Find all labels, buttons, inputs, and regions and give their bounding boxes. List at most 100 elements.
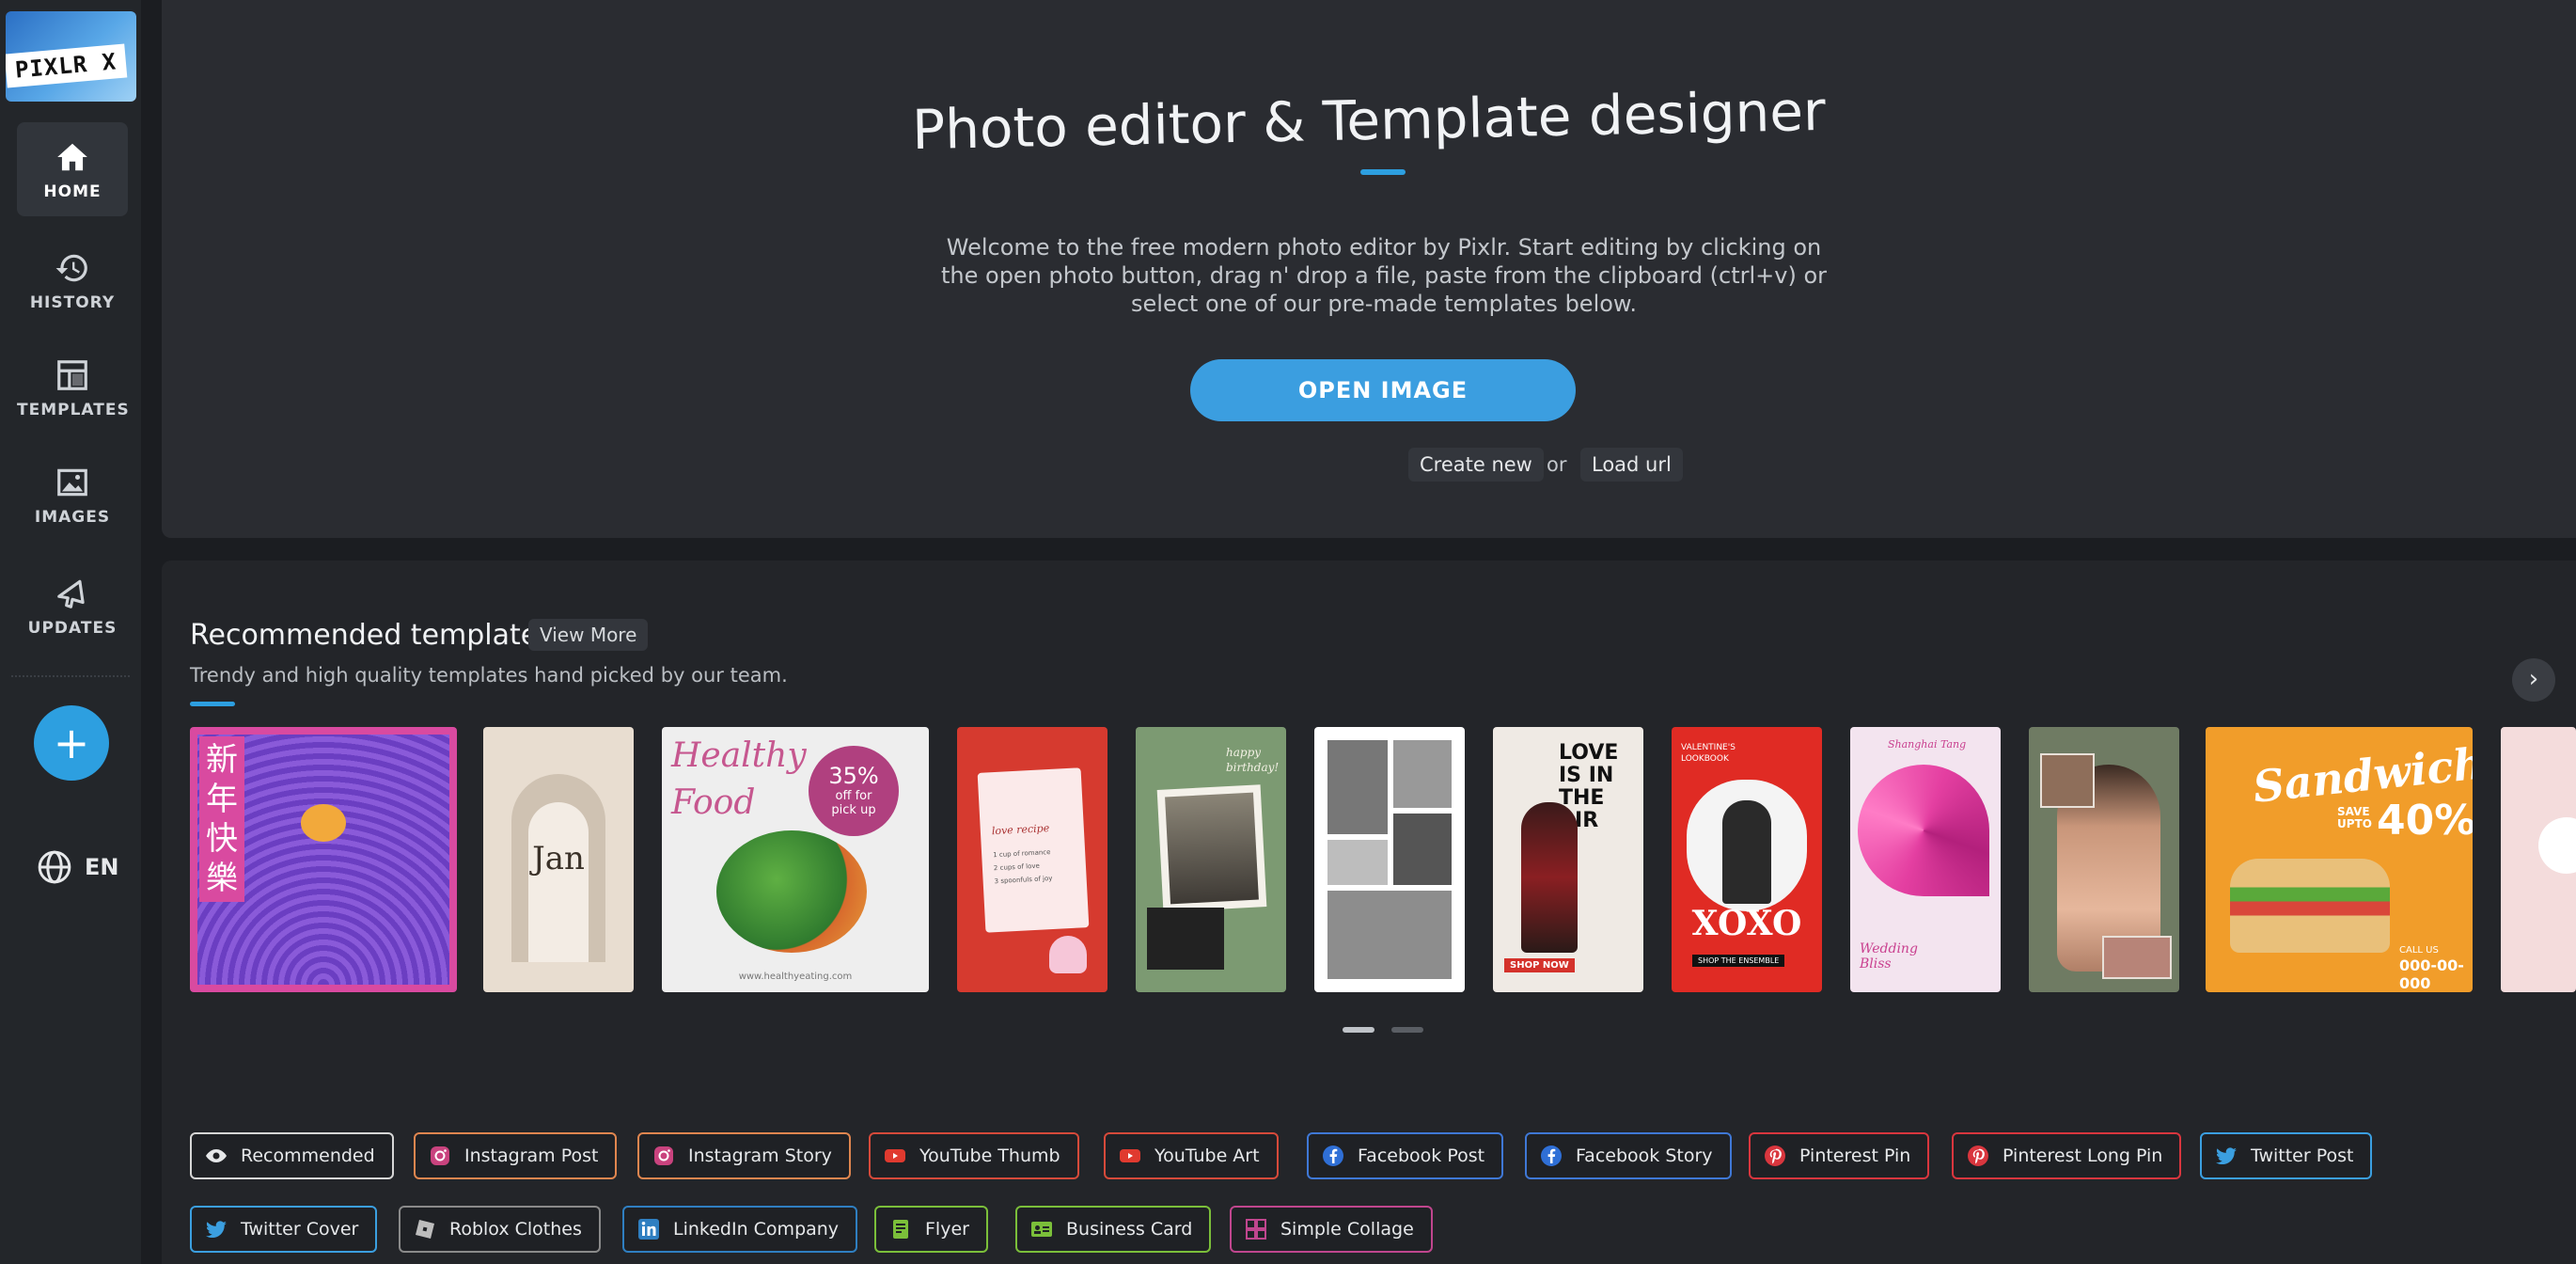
sidebar-item-home[interactable]: HOME	[17, 122, 128, 216]
card-text: 35%	[828, 763, 879, 789]
template-card-jan[interactable]: Jan	[483, 727, 634, 992]
home-icon	[57, 143, 87, 171]
category-chip-recommended[interactable]: Recommended	[190, 1132, 394, 1179]
template-card-partial[interactable]	[2501, 727, 2576, 992]
card-text: 000-00-000	[2399, 956, 2464, 992]
salad-bowl	[716, 830, 867, 953]
card-text: THE	[1559, 786, 1605, 810]
sidebar-item-label: HISTORY	[29, 293, 116, 312]
template-card-wedding-bliss[interactable]: Shanghai Tang Wedding Bliss	[1850, 727, 2001, 992]
logo-text: PIXLR X	[6, 43, 128, 88]
card-text: VALENTINE'S	[1681, 743, 1736, 752]
template-card-xoxo[interactable]: VALENTINE'S LOOKBOOK XOXO SHOP THE ENSEM…	[1672, 727, 1822, 992]
facebook-icon	[1540, 1145, 1563, 1167]
sidebar-item-updates[interactable]: UPDATES	[17, 559, 128, 653]
card-text: Healthy	[671, 736, 807, 775]
template-card-healthy-food[interactable]: Healthy Food 35% off for pick up www.hea…	[662, 727, 929, 992]
recipe-card: love recipe 1 cup of romance 2 cups of l…	[977, 767, 1090, 933]
sidebar-item-history[interactable]: HISTORY	[17, 233, 128, 327]
chip-label: Flyer	[925, 1219, 969, 1240]
carousel-dot[interactable]	[1391, 1027, 1423, 1033]
collage-cell	[1327, 740, 1388, 834]
add-button[interactable]: +	[34, 705, 109, 781]
chip-label: Recommended	[241, 1146, 375, 1166]
template-card-happy-birthday[interactable]: happy birthday!	[1136, 727, 1286, 992]
chip-label: YouTube Thumb	[919, 1146, 1060, 1166]
sidebar: PIXLR X HOME HISTORY TEMPLATES IMAGES UP…	[0, 0, 141, 1264]
card-text: love recipe	[991, 822, 1050, 838]
sidebar-item-templates[interactable]: TEMPLATES	[17, 340, 129, 434]
card-text: UPTO	[2337, 817, 2372, 830]
template-card-love-is-in-the-air[interactable]: LOVE IS IN THE AIR SHOP NOW	[1493, 727, 1643, 992]
instagram-icon	[429, 1145, 451, 1167]
category-chip-pinterest-pin[interactable]: Pinterest Pin	[1749, 1132, 1930, 1179]
create-new-button[interactable]: Create new	[1408, 448, 1544, 482]
template-card-beauty-portrait[interactable]	[2029, 727, 2179, 992]
card-text: LOOKBOOK	[1681, 754, 1729, 764]
card-text: SHOP THE ENSEMBLE	[1692, 955, 1785, 967]
open-image-button[interactable]: OPEN IMAGE	[1190, 359, 1576, 421]
card-text: 40%	[2377, 797, 2473, 845]
category-chip-facebook-story[interactable]: Facebook Story	[1525, 1132, 1732, 1179]
eye-icon	[205, 1145, 228, 1167]
language-selector[interactable]: EN	[36, 846, 118, 888]
page-title: Photo editor & Template designer	[911, 78, 1827, 163]
youtube-icon	[884, 1145, 906, 1167]
template-card-photo-collage[interactable]	[1314, 727, 1465, 992]
category-chip-business-card[interactable]: Business Card	[1015, 1206, 1212, 1253]
inset-photo	[2102, 936, 2172, 979]
polaroid-frame	[1156, 784, 1267, 912]
pixlr-logo[interactable]: PIXLR X	[6, 11, 136, 102]
chip-label: LinkedIn Company	[673, 1219, 840, 1240]
view-more-button[interactable]: View More	[528, 619, 649, 651]
collage-cell	[1393, 814, 1452, 885]
language-label: EN	[85, 854, 119, 880]
category-chip-roblox-clothes[interactable]: Roblox Clothes	[399, 1206, 601, 1253]
category-chip-youtube-thumb[interactable]: YouTube Thumb	[869, 1132, 1079, 1179]
chip-label: Twitter Cover	[241, 1219, 359, 1240]
category-chip-twitter-cover[interactable]: Twitter Cover	[190, 1206, 378, 1253]
category-chip-instagram-story[interactable]: Instagram Story	[637, 1132, 851, 1179]
card-text: CALL US	[2399, 945, 2439, 956]
globe-icon	[38, 850, 71, 884]
cupcake-illustration	[1049, 936, 1087, 973]
card-text: LOVE	[1559, 741, 1619, 765]
template-card-love-recipe[interactable]: love recipe 1 cup of romance 2 cups of l…	[957, 727, 1107, 992]
card-text: Jan	[532, 840, 585, 877]
category-chip-pinterest-long-pin[interactable]: Pinterest Long Pin	[1952, 1132, 2182, 1179]
model-figure	[1521, 802, 1578, 953]
discount-badge: 35% off for pick up	[809, 746, 899, 836]
card-text: Bliss	[1860, 956, 1892, 972]
category-chip-flyer[interactable]: Flyer	[874, 1206, 988, 1253]
category-chip-facebook-post[interactable]: Facebook Post	[1307, 1132, 1504, 1179]
pink-fan	[1858, 765, 1989, 896]
category-chip-twitter-post[interactable]: Twitter Post	[2200, 1132, 2373, 1179]
history-icon	[55, 254, 87, 282]
chip-label: Business Card	[1066, 1219, 1193, 1240]
category-chip-instagram-post[interactable]: Instagram Post	[414, 1132, 618, 1179]
portrait-photo	[1165, 792, 1259, 905]
card-text: Food	[671, 783, 756, 822]
template-card-new-year[interactable]: 新 年 快 樂	[190, 727, 457, 992]
sandwich-illustration	[2230, 859, 2390, 953]
flyer-icon	[889, 1218, 912, 1240]
card-text: 樂	[206, 860, 238, 897]
chip-label: Instagram Post	[464, 1146, 599, 1166]
load-url-button[interactable]: Load url	[1580, 448, 1683, 482]
category-chip-linkedin-company[interactable]: LinkedIn Company	[622, 1206, 858, 1253]
twitter-icon	[2215, 1145, 2238, 1167]
carousel-dot-active[interactable]	[1343, 1027, 1374, 1033]
template-card-sandwich[interactable]: Sandwich SAVE UPTO 40% CALL US 000-00-00…	[2206, 727, 2473, 992]
chip-label: Instagram Story	[688, 1146, 832, 1166]
card-footer: Wedding Bliss	[1860, 941, 1918, 972]
category-chip-simple-collage[interactable]: Simple Collage	[1230, 1206, 1433, 1253]
category-chip-youtube-art[interactable]: YouTube Art	[1104, 1132, 1279, 1179]
section-subtitle: Trendy and high quality templates hand p…	[190, 664, 788, 687]
carousel-next-button[interactable]: ›	[2512, 658, 2555, 702]
card-text: XOXO	[1691, 904, 1802, 943]
sidebar-item-images[interactable]: IMAGES	[17, 448, 128, 542]
chip-label: Twitter Post	[2251, 1146, 2354, 1166]
sidebar-item-label: IMAGES	[34, 508, 111, 527]
card-text: SHOP NOW	[1504, 958, 1575, 972]
recommended-templates-section: Recommended templates View More Trendy a…	[162, 561, 2576, 1264]
